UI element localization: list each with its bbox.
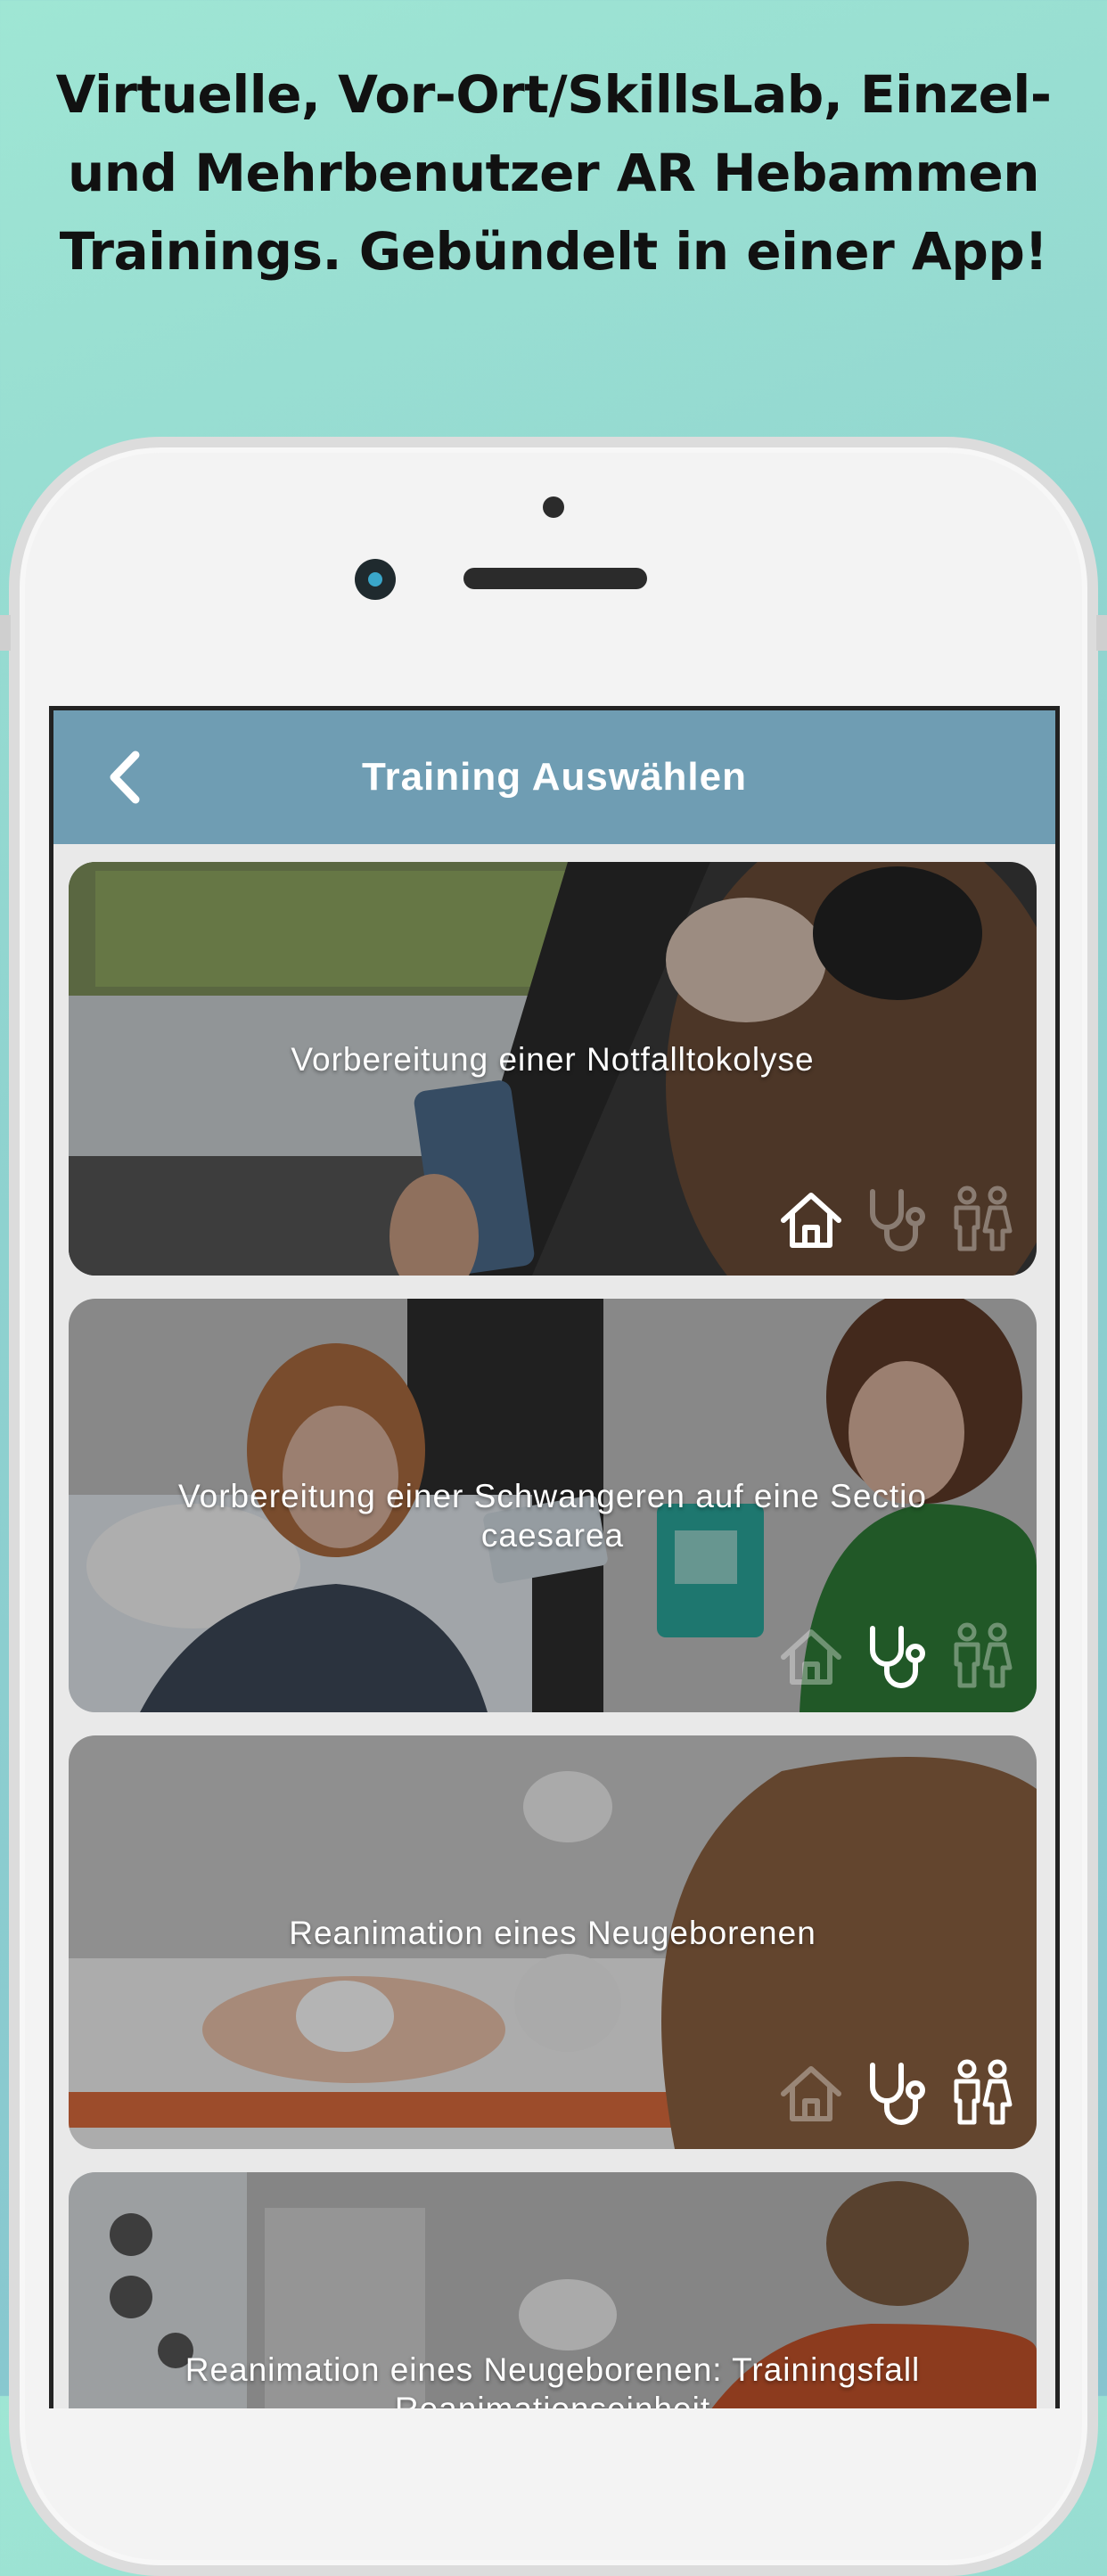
mode-icons bbox=[775, 1183, 1019, 1256]
training-title: Vorbereitung einer Notfalltokolyse bbox=[291, 1041, 815, 1078]
mode-icons bbox=[775, 1620, 1019, 1693]
app-bar: Training Auswählen bbox=[53, 710, 1055, 844]
stethoscope-icon bbox=[860, 1183, 933, 1256]
training-card[interactable]: Reanimation eines Neugeborenen bbox=[69, 1735, 1037, 2149]
home-icon bbox=[775, 2056, 848, 2129]
training-card[interactable]: Reanimation eines Neugeborenen: Training… bbox=[69, 2172, 1037, 2408]
chevron-left-icon[interactable] bbox=[96, 746, 159, 808]
multiuser-icon bbox=[946, 1183, 1019, 1256]
training-card[interactable]: Vorbereitung einer Notfalltokolyse bbox=[69, 862, 1037, 1276]
app-screen: Training Auswählen Vorbereitung einer No… bbox=[49, 706, 1060, 2408]
mode-icons bbox=[775, 2056, 1019, 2129]
phone-button-left bbox=[0, 615, 11, 651]
training-card[interactable]: Vorbereitung einer Schwangeren auf eine … bbox=[69, 1299, 1037, 1712]
stethoscope-icon bbox=[860, 1620, 933, 1693]
phone-sensor bbox=[543, 496, 564, 518]
multiuser-icon bbox=[946, 2056, 1019, 2129]
training-title: Reanimation eines Neugeborenen bbox=[289, 1915, 816, 1951]
page-title: Training Auswählen bbox=[362, 755, 747, 799]
headline-line-1: Virtuelle, Vor-Ort/SkillsLab, Einzel- bbox=[55, 64, 1052, 125]
promo-headline: Virtuelle, Vor-Ort/SkillsLab, Einzel- un… bbox=[53, 55, 1054, 291]
phone-speaker bbox=[463, 568, 647, 589]
headline-line-2: und Mehrbenutzer AR Hebammen bbox=[67, 143, 1040, 203]
headline-line-3: Trainings. Gebündelt in einer App! bbox=[59, 221, 1048, 282]
phone-button-right bbox=[1096, 615, 1107, 651]
training-title: Reanimation eines Neugeborenen: Training… bbox=[184, 2351, 921, 2408]
front-camera-icon bbox=[355, 559, 396, 600]
training-list: Vorbereitung einer Notfalltokolyse Vorbe… bbox=[69, 862, 1037, 2408]
home-icon bbox=[775, 1183, 848, 1256]
stethoscope-icon bbox=[860, 2056, 933, 2129]
home-icon bbox=[775, 1620, 848, 1693]
multiuser-icon bbox=[946, 1620, 1019, 1693]
training-title: Vorbereitung einer Schwangeren auf eine … bbox=[178, 1478, 927, 1554]
